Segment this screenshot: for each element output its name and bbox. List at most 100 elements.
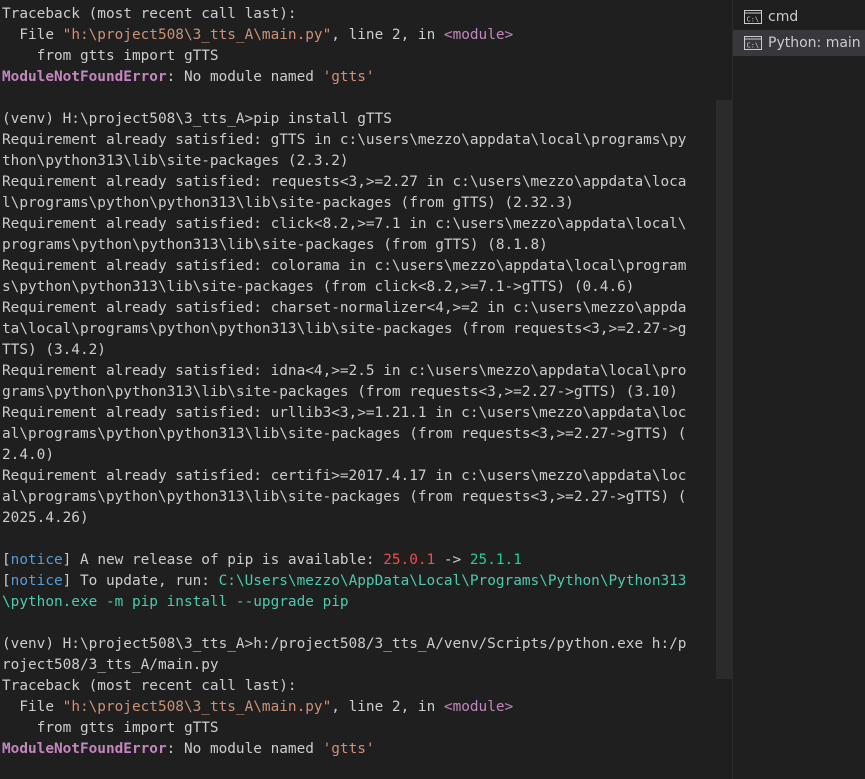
terminal-text-segment: Requirement already satisfied: gTTS in c… <box>2 132 687 148</box>
terminal-line: ModuleNotFoundError: No module named 'gt… <box>2 67 686 88</box>
terminal-text-segment: <module> <box>443 699 514 715</box>
terminal-text-segment: , in <box>400 699 444 715</box>
vscode-terminal-panel: Traceback (most recent call last): File … <box>0 0 865 779</box>
terminal-text-segment: ModuleNotFoundError <box>2 69 167 85</box>
terminal-text-segment: [ <box>2 552 11 568</box>
terminal-line: File "h:\project508\3_tts_A\main.py", li… <box>2 697 686 718</box>
terminal-text-segment: (venv) H:\project508\3_tts_A>pip install… <box>2 111 392 127</box>
terminal-text-segment: al\programs\python\python313\lib\site-pa… <box>2 489 687 505</box>
terminal-text-segment: File <box>2 27 63 43</box>
terminal-tab-label: cmd <box>768 9 799 25</box>
terminal-line: grams\python\python313\lib\site-packages… <box>2 382 686 403</box>
terminal-tab-python-main[interactable]: C:\ Python: main <box>733 30 865 56</box>
terminal-text-segment: l\programs\python\python313\lib\site-pac… <box>2 195 574 211</box>
terminal-text-segment: , line <box>331 699 392 715</box>
terminal-text-segment: A new release of pip is available: <box>71 552 384 568</box>
svg-text:C:\: C:\ <box>747 16 760 24</box>
terminal-text-segment: 25.0.1 <box>383 552 436 568</box>
terminal-text-segment: (venv) H:\project508\3_tts_A>h:/project5… <box>2 636 687 652</box>
terminal-text-segment: TTS) (3.4.2) <box>2 342 106 358</box>
terminal-text-segment: Traceback (most recent call last): <box>2 6 297 22</box>
terminal-text-segment: , in <box>400 27 444 43</box>
terminal-text-segment: \python.exe -m pip install --upgrade pip <box>2 594 349 610</box>
terminal-text-segment: [ <box>2 573 11 589</box>
terminal-text-segment: Requirement already satisfied: click<8.2… <box>2 216 687 232</box>
terminal-text-segment: al\programs\python\python313\lib\site-pa… <box>2 426 687 442</box>
terminal-text-segment: 2 <box>391 699 401 715</box>
terminal-text-segment: 2 <box>391 27 401 43</box>
terminal-line: [notice] To update, run: C:\Users\mezzo\… <box>2 571 686 592</box>
terminal-text-segment: programs\python\python313\lib\site-packa… <box>2 237 548 253</box>
terminal-line: ModuleNotFoundError: No module named 'gt… <box>2 739 686 760</box>
terminal-line: Traceback (most recent call last): <box>2 676 686 697</box>
terminal-text-segment: from gtts import gTTS <box>2 48 219 64</box>
terminal-text-segment: s\python\python313\lib\site-packages (fr… <box>2 279 635 295</box>
terminal-text-segment: notice <box>10 552 63 568</box>
terminal-line: al\programs\python\python313\lib\site-pa… <box>2 487 686 508</box>
svg-text:C:\: C:\ <box>747 42 760 50</box>
terminal-text-segment: 2025.4.26) <box>2 510 89 526</box>
terminal-text-segment: 25.1.1 <box>469 552 522 568</box>
terminal-line: programs\python\python313\lib\site-packa… <box>2 235 686 256</box>
terminal-text-segment: To update, run: <box>71 573 219 589</box>
terminal-text-segment: Traceback (most recent call last): <box>2 678 297 694</box>
terminal-line: Traceback (most recent call last): <box>2 4 686 25</box>
terminal-text-segment: "h:\project508\3_tts_A\main.py" <box>62 699 332 715</box>
terminal-line: Requirement already satisfied: click<8.2… <box>2 214 686 235</box>
terminal-text-segment: 2.4.0) <box>2 447 54 463</box>
terminal-line: File "h:\project508\3_tts_A\main.py", li… <box>2 25 686 46</box>
terminal-line: from gtts import gTTS <box>2 718 686 739</box>
terminal-text-segment: notice <box>10 573 63 589</box>
terminal-text-segment: 'gtts' <box>322 69 375 85</box>
terminal-tab-label: Python: main <box>768 35 861 51</box>
terminal-text-segment: -> <box>435 552 470 568</box>
terminal-text-segment: Requirement already satisfied: urllib3<3… <box>2 405 687 421</box>
terminal-line: 2025.4.26) <box>2 508 686 529</box>
terminal-tab-cmd[interactable]: C:\ cmd <box>733 4 865 30</box>
terminal-text-segment: Requirement already satisfied: requests<… <box>2 174 687 190</box>
terminal-line: thon\python313\lib\site-packages (2.3.2) <box>2 151 686 172</box>
terminal-text-segment: roject508/3_tts_A/main.py <box>2 657 219 673</box>
terminal-line: l\programs\python\python313\lib\site-pac… <box>2 193 686 214</box>
terminal-cmd-icon: C:\ <box>744 10 762 24</box>
terminal-text-segment: ta\local\programs\python\python313\lib\s… <box>2 321 687 337</box>
terminal-text-segment: <module> <box>443 27 514 43</box>
terminal-text-segment: "h:\project508\3_tts_A\main.py" <box>62 27 332 43</box>
terminal-text-segment: Requirement already satisfied: charset-n… <box>2 300 687 316</box>
terminal-line: Requirement already satisfied: requests<… <box>2 172 686 193</box>
terminal-text-segment: Requirement already satisfied: certifi>=… <box>2 468 687 484</box>
terminal-line: s\python\python313\lib\site-packages (fr… <box>2 277 686 298</box>
terminal-line: ta\local\programs\python\python313\lib\s… <box>2 319 686 340</box>
terminal-line: (venv) H:\project508\3_tts_A>h:/project5… <box>2 634 686 655</box>
terminal-line: Requirement already satisfied: urllib3<3… <box>2 403 686 424</box>
terminal-line: Requirement already satisfied: certifi>=… <box>2 466 686 487</box>
terminal-output[interactable]: Traceback (most recent call last): File … <box>0 0 716 779</box>
terminal-line: from gtts import gTTS <box>2 46 686 67</box>
terminal-text-segment: ModuleNotFoundError <box>2 741 167 757</box>
terminal-lines: Traceback (most recent call last): File … <box>2 4 686 760</box>
terminal-text-segment: Requirement already satisfied: idna<4,>=… <box>2 363 687 379</box>
terminal-python-icon: C:\ <box>744 36 762 50</box>
terminal-text-segment: File <box>2 699 63 715</box>
terminal-text-segment: 'gtts' <box>322 741 375 757</box>
terminal-text-segment: grams\python\python313\lib\site-packages… <box>2 384 678 400</box>
terminal-line: (venv) H:\project508\3_tts_A>pip install… <box>2 109 686 130</box>
terminal-line: \python.exe -m pip install --upgrade pip <box>2 592 686 613</box>
terminal-text-segment: : No module named <box>166 741 323 757</box>
terminal-line: Requirement already satisfied: idna<4,>=… <box>2 361 686 382</box>
terminal-text-segment: C:\Users\mezzo\AppData\Local\Programs\Py… <box>218 573 687 589</box>
terminal-scrollbar-thumb[interactable] <box>716 100 732 679</box>
terminal-line: [notice] A new release of pip is availab… <box>2 550 686 571</box>
terminal-line: al\programs\python\python313\lib\site-pa… <box>2 424 686 445</box>
terminal-text-segment: , line <box>331 27 392 43</box>
terminal-line: 2.4.0) <box>2 445 686 466</box>
terminal-line: TTS) (3.4.2) <box>2 340 686 361</box>
terminal-line: roject508/3_tts_A/main.py <box>2 655 686 676</box>
terminal-text-segment: : No module named <box>166 69 323 85</box>
terminal-tabs-list: C:\ cmd C:\ Python: main <box>733 0 865 779</box>
terminal-text-segment: from gtts import gTTS <box>2 720 219 736</box>
terminal-line: Requirement already satisfied: gTTS in c… <box>2 130 686 151</box>
